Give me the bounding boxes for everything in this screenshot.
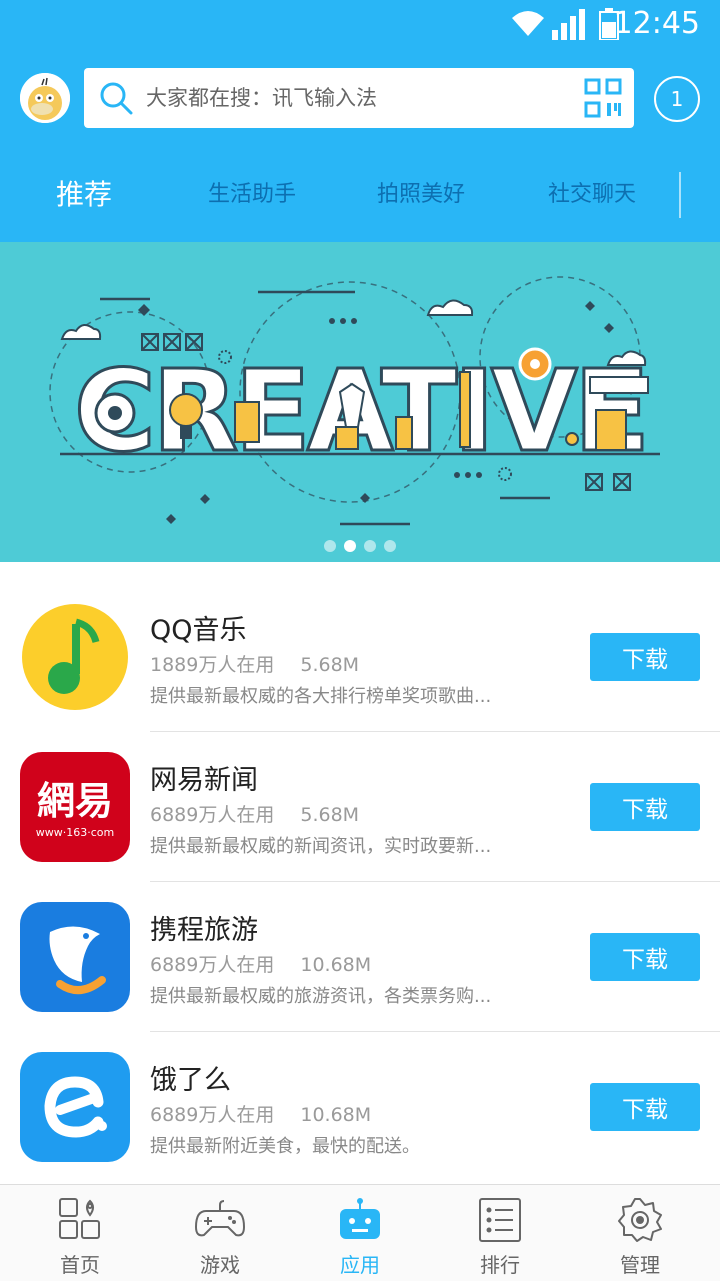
nav-label: 应用: [340, 1253, 380, 1277]
nav-item-apps[interactable]: 应用: [288, 1185, 432, 1281]
bottom-navigation: 首页 游戏 应用 排行 管理: [0, 1184, 720, 1281]
psyduck-avatar-icon: [20, 73, 70, 123]
app-name: 携程旅游: [150, 915, 258, 946]
eleme-app-icon: [20, 1052, 130, 1162]
nav-label: 排行: [480, 1253, 520, 1277]
banner-carousel[interactable]: CREATIVE: [0, 242, 720, 562]
list-item[interactable]: 饿了么 6889万人在用 10.68M 提供最新附近美食，最快的配送。 下载: [0, 1032, 720, 1182]
app-meta: 6889万人在用 5.68M: [150, 800, 359, 827]
category-tabs: 推荐 生活助手 拍照美好 社交聊天: [0, 160, 720, 230]
gear-icon: [618, 1198, 662, 1242]
nav-item-ranking[interactable]: 排行: [428, 1185, 572, 1281]
app-icon-text: 網易: [36, 778, 113, 823]
avatar[interactable]: [20, 73, 70, 123]
header: 12:45 1: [0, 0, 720, 242]
carousel-dot[interactable]: [384, 540, 396, 552]
tab-divider: [679, 172, 681, 218]
nav-label: 首页: [60, 1253, 100, 1277]
app-users: 6889万人在用: [150, 954, 275, 976]
app-size: 10.68M: [300, 954, 372, 976]
nav-label: 游戏: [200, 1253, 240, 1277]
app-size: 5.68M: [300, 654, 360, 676]
app-icon-subtext: www·163·com: [35, 826, 115, 839]
app-name: QQ音乐: [150, 615, 247, 646]
download-button[interactable]: 下载: [590, 1083, 700, 1131]
robot-icon: [340, 1198, 380, 1239]
app-meta: 6889万人在用 10.68M: [150, 950, 371, 977]
gamepad-icon: [194, 1200, 246, 1237]
download-button[interactable]: 下载: [590, 933, 700, 981]
ranking-list-icon: [479, 1198, 521, 1242]
status-bar: 12:45: [0, 0, 720, 48]
app-name: 网易新闻: [150, 765, 258, 796]
home-grid-icon: [59, 1198, 100, 1239]
carousel-dot[interactable]: [364, 540, 376, 552]
qq-music-app-icon: [20, 602, 130, 712]
app-description: 提供最新最权威的新闻资讯，实时政要新...: [150, 836, 492, 857]
tab-life-assistant[interactable]: 生活助手: [208, 160, 296, 230]
status-time: 12:45: [613, 6, 700, 41]
app-users: 6889万人在用: [150, 804, 275, 826]
wifi-icon: [512, 11, 544, 36]
nav-label: 管理: [620, 1253, 660, 1277]
search-icon: [100, 82, 133, 115]
app-description: 提供最新附近美食，最快的配送。: [150, 1136, 420, 1157]
search-bar[interactable]: [84, 68, 634, 128]
tab-social-chat[interactable]: 社交聊天: [548, 160, 636, 230]
notification-badge-button[interactable]: 1: [654, 76, 700, 122]
list-item[interactable]: 携程旅游 6889万人在用 10.68M 提供最新最权威的旅游资讯，各类票务购..…: [0, 882, 720, 1032]
app-name: 饿了么: [150, 1065, 231, 1096]
app-meta: 1889万人在用 5.68M: [150, 650, 359, 677]
app-meta: 6889万人在用 10.68M: [150, 1100, 371, 1127]
signal-icon: [552, 9, 585, 40]
nav-item-games[interactable]: 游戏: [148, 1185, 292, 1281]
app-size: 10.68M: [300, 1104, 372, 1126]
carousel-dot-active[interactable]: [344, 540, 356, 552]
nav-item-home[interactable]: 首页: [8, 1185, 152, 1281]
nav-item-manage[interactable]: 管理: [568, 1185, 712, 1281]
qr-scan-icon[interactable]: [584, 78, 622, 118]
tab-photography[interactable]: 拍照美好: [377, 160, 465, 230]
app-users: 6889万人在用: [150, 1104, 275, 1126]
list-item[interactable]: 網易 www·163·com 网易新闻 6889万人在用 5.68M 提供最新最权…: [0, 732, 720, 882]
creative-banner-illustration: CREATIVE: [49, 276, 660, 526]
list-item[interactable]: QQ音乐 1889万人在用 5.68M 提供最新最权威的各大排行榜单奖项歌曲...…: [0, 582, 720, 732]
download-button[interactable]: 下载: [590, 633, 700, 681]
search-input[interactable]: [146, 68, 566, 128]
download-button[interactable]: 下载: [590, 783, 700, 831]
app-users: 1889万人在用: [150, 654, 275, 676]
app-description: 提供最新最权威的旅游资讯，各类票务购...: [150, 986, 492, 1007]
netease-news-app-icon: 網易 www·163·com: [20, 752, 130, 862]
carousel-indicator: [0, 537, 720, 552]
app-size: 5.68M: [300, 804, 360, 826]
ctrip-dolphin-app-icon: [20, 902, 130, 1012]
tab-recommend[interactable]: 推荐: [56, 160, 112, 230]
app-description: 提供最新最权威的各大排行榜单奖项歌曲...: [150, 686, 492, 707]
carousel-dot[interactable]: [324, 540, 336, 552]
